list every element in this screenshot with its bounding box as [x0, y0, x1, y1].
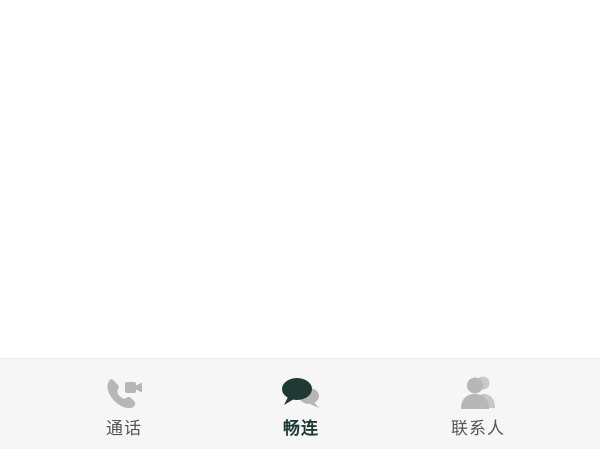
chat-bubbles-icon: [280, 374, 322, 412]
tab-calls[interactable]: 通话: [64, 359, 184, 449]
main-content-area: [0, 0, 600, 358]
phone-video-icon: [103, 374, 145, 412]
tab-calls-label: 通话: [106, 419, 142, 439]
tab-chat[interactable]: 畅连: [241, 359, 361, 449]
contacts-icon: [457, 374, 499, 412]
tab-contacts-label: 联系人: [451, 419, 505, 439]
tab-chat-label: 畅连: [283, 419, 319, 439]
tab-contacts[interactable]: 联系人: [418, 359, 538, 449]
app-screen: 通话 畅连 联系人: [0, 0, 600, 449]
bottom-tab-bar: 通话 畅连 联系人: [0, 358, 600, 449]
